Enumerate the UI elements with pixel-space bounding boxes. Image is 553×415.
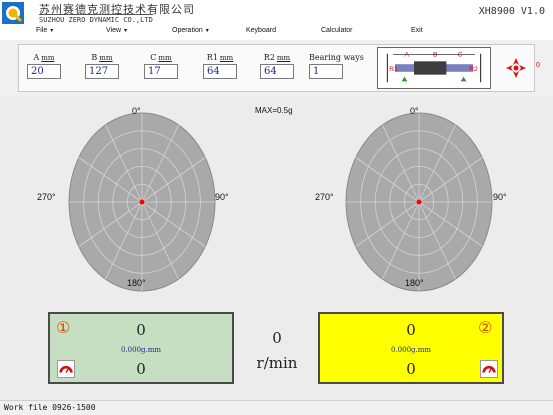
param-a-unit: mm (41, 54, 55, 62)
menu-file[interactable]: File ▾ (36, 27, 53, 34)
param-bearing-input[interactable]: 1 (309, 64, 343, 79)
center-point (139, 199, 145, 205)
warning-count: 0 (536, 62, 540, 69)
warning-compass-icon[interactable] (505, 57, 527, 79)
polar-grid-left (68, 112, 216, 292)
center-point (416, 199, 422, 205)
diagram-label-r2: R2 (469, 66, 478, 73)
param-c: Cmm 17 (144, 53, 178, 79)
title-bar: 苏州赛德克测控技术有限公司 SUZHOU ZERO DYNAMIC CO.,LT… (0, 0, 553, 26)
param-r1: R1 mm 64 (203, 53, 237, 79)
readout-right-value-bottom: 0 (406, 360, 416, 378)
param-c-unit: mm (158, 54, 172, 62)
readout-panel-right: ② 0 0.000g.mm 0 (318, 312, 504, 384)
dropdown-arrow-icon: ▾ (205, 28, 209, 34)
diagram-label-a: A (404, 52, 409, 59)
readout-left-value-bottom: 0 (136, 360, 146, 378)
parameter-panel: Amm 20 Bmm 127 Cmm 17 R1 mm 64 R2 mm 64 Be… (18, 44, 540, 92)
left-angle-270: 270° (37, 192, 56, 202)
menu-bar: File ▾ View ▾ Operation ▾ Keyboard Calculat… (0, 26, 553, 40)
param-r1-label: R1 (206, 53, 218, 62)
left-angle-0: 0° (132, 106, 141, 116)
dropdown-arrow-icon: ▾ (124, 28, 128, 34)
param-r1-input[interactable]: 64 (203, 64, 237, 79)
param-b: Bmm 127 (85, 53, 119, 79)
status-bar: Work file 0926-1500 (0, 400, 553, 415)
param-r2-unit: mm (276, 54, 291, 62)
company-name-en: SUZHOU ZERO DYNAMIC CO.,LTD (39, 14, 153, 24)
param-b-label: B (91, 53, 98, 62)
max-scale-label: MAX=0.5g (255, 106, 293, 115)
readout-panel-left: ① 0 0.000g.mm 0 (48, 312, 234, 384)
polar-plot-left (62, 106, 222, 298)
param-b-input[interactable]: 127 (85, 64, 119, 79)
readout-left-unbalance: 0.000g.mm (120, 346, 162, 354)
menu-exit[interactable]: Exit (411, 27, 423, 34)
diagram-label-b: B (433, 52, 438, 59)
left-angle-180: 180° (127, 278, 146, 288)
polar-plot-right (339, 106, 499, 298)
readout-right-unbalance: 0.000g.mm (390, 346, 432, 354)
menu-view[interactable]: View ▾ (106, 27, 127, 34)
company-logo-icon (2, 2, 24, 24)
menu-operation[interactable]: Operation ▾ (172, 27, 209, 34)
param-r2-input[interactable]: 64 (260, 64, 294, 79)
param-c-label: C (150, 53, 157, 62)
dropdown-arrow-icon: ▾ (50, 28, 54, 34)
menu-keyboard[interactable]: Keyboard (246, 27, 276, 34)
param-a-input[interactable]: 20 (27, 64, 61, 79)
version-label: XH8900 V1.0 (478, 6, 545, 17)
param-c-input[interactable]: 17 (144, 64, 178, 79)
param-r2-label: R2 (263, 53, 275, 62)
right-angle-180: 180° (405, 278, 424, 288)
diagram-label-r1: R1 (389, 66, 398, 73)
right-angle-90: 90° (493, 192, 507, 202)
rotation-speed-unit: r/min (256, 354, 298, 372)
rotation-speed-value: 0 (272, 329, 282, 347)
work-file-label: Work file 0926-1500 (4, 403, 96, 412)
menu-calculator[interactable]: Calculator (321, 27, 353, 34)
param-r2: R2 mm 64 (260, 53, 294, 79)
diagram-label-c: C (458, 52, 463, 59)
param-a: Amm 20 (27, 53, 61, 79)
polar-grid-right (345, 112, 493, 292)
param-bearing-ways: Bearing ways 1 (309, 53, 364, 79)
right-angle-0: 0° (410, 106, 419, 116)
rotor-dimension-diagram: A B C R1 R2 (377, 47, 491, 89)
measurement-area: MAX=0.5g 0° 90° 180° 270° 0° 90° 180° 27… (0, 96, 553, 400)
readout-left-value-top: 0 (136, 321, 146, 339)
gauge-icon[interactable] (57, 360, 75, 378)
gauge-icon[interactable] (480, 360, 498, 378)
param-a-label: A (33, 53, 40, 62)
left-angle-90: 90° (215, 192, 229, 202)
param-b-unit: mm (99, 54, 113, 62)
right-angle-270: 270° (315, 192, 334, 202)
param-bearing-label: Bearing ways (309, 53, 364, 62)
readout-right-value-top: 0 (406, 321, 416, 339)
param-r1-unit: mm (219, 54, 234, 62)
